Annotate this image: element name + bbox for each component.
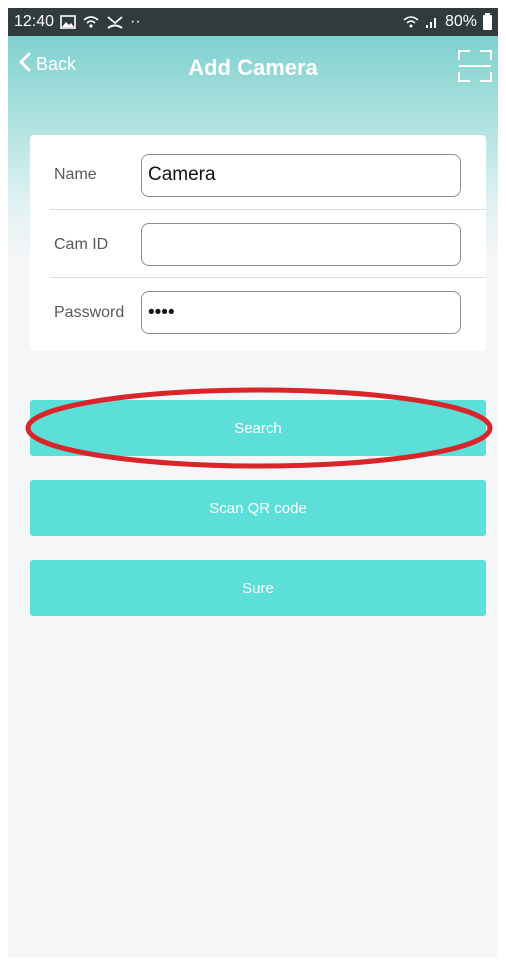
camid-input[interactable]: [141, 223, 461, 266]
nav-bar: Back Add Camera: [8, 36, 498, 100]
scan-qr-button[interactable]: Scan QR code: [30, 480, 486, 536]
scan-frame-icon[interactable]: [458, 50, 492, 82]
camid-row: Cam ID: [50, 209, 486, 279]
name-label: Name: [54, 166, 97, 183]
sure-button[interactable]: Sure: [30, 560, 486, 616]
page-title: Add Camera: [188, 55, 318, 80]
camera-form: Name Cam ID Password: [30, 135, 486, 351]
name-input[interactable]: [141, 153, 461, 197]
password-input[interactable]: [141, 291, 461, 334]
battery-percent: 80%: [444, 13, 477, 30]
back-button[interactable]: Back: [18, 52, 76, 77]
name-row: Name: [30, 140, 486, 210]
chevron-left-icon: [18, 52, 32, 77]
status-time: 12:40: [14, 13, 55, 30]
status-left: 12:40 ··: [14, 13, 141, 31]
screen: 12:40 ·· 80% Back Add Camera Name Camera…: [8, 8, 498, 958]
battery-icon: [483, 12, 492, 30]
status-bar: 12:40 ·· 80%: [8, 8, 498, 36]
camid-label: Cam ID: [54, 235, 109, 253]
password-label: Password: [54, 303, 125, 321]
signal-icon: [425, 15, 439, 29]
password-row: Password: [50, 277, 486, 347]
search-button[interactable]: Search: [30, 400, 486, 456]
missed-call-icon: [106, 14, 124, 30]
wifi-call-icon: [82, 14, 100, 30]
back-label: Back: [36, 54, 77, 74]
status-right: 80%: [403, 12, 492, 31]
status-more-dots: ··: [130, 13, 141, 30]
wifi-icon: [403, 15, 419, 29]
gallery-icon: [60, 15, 76, 29]
